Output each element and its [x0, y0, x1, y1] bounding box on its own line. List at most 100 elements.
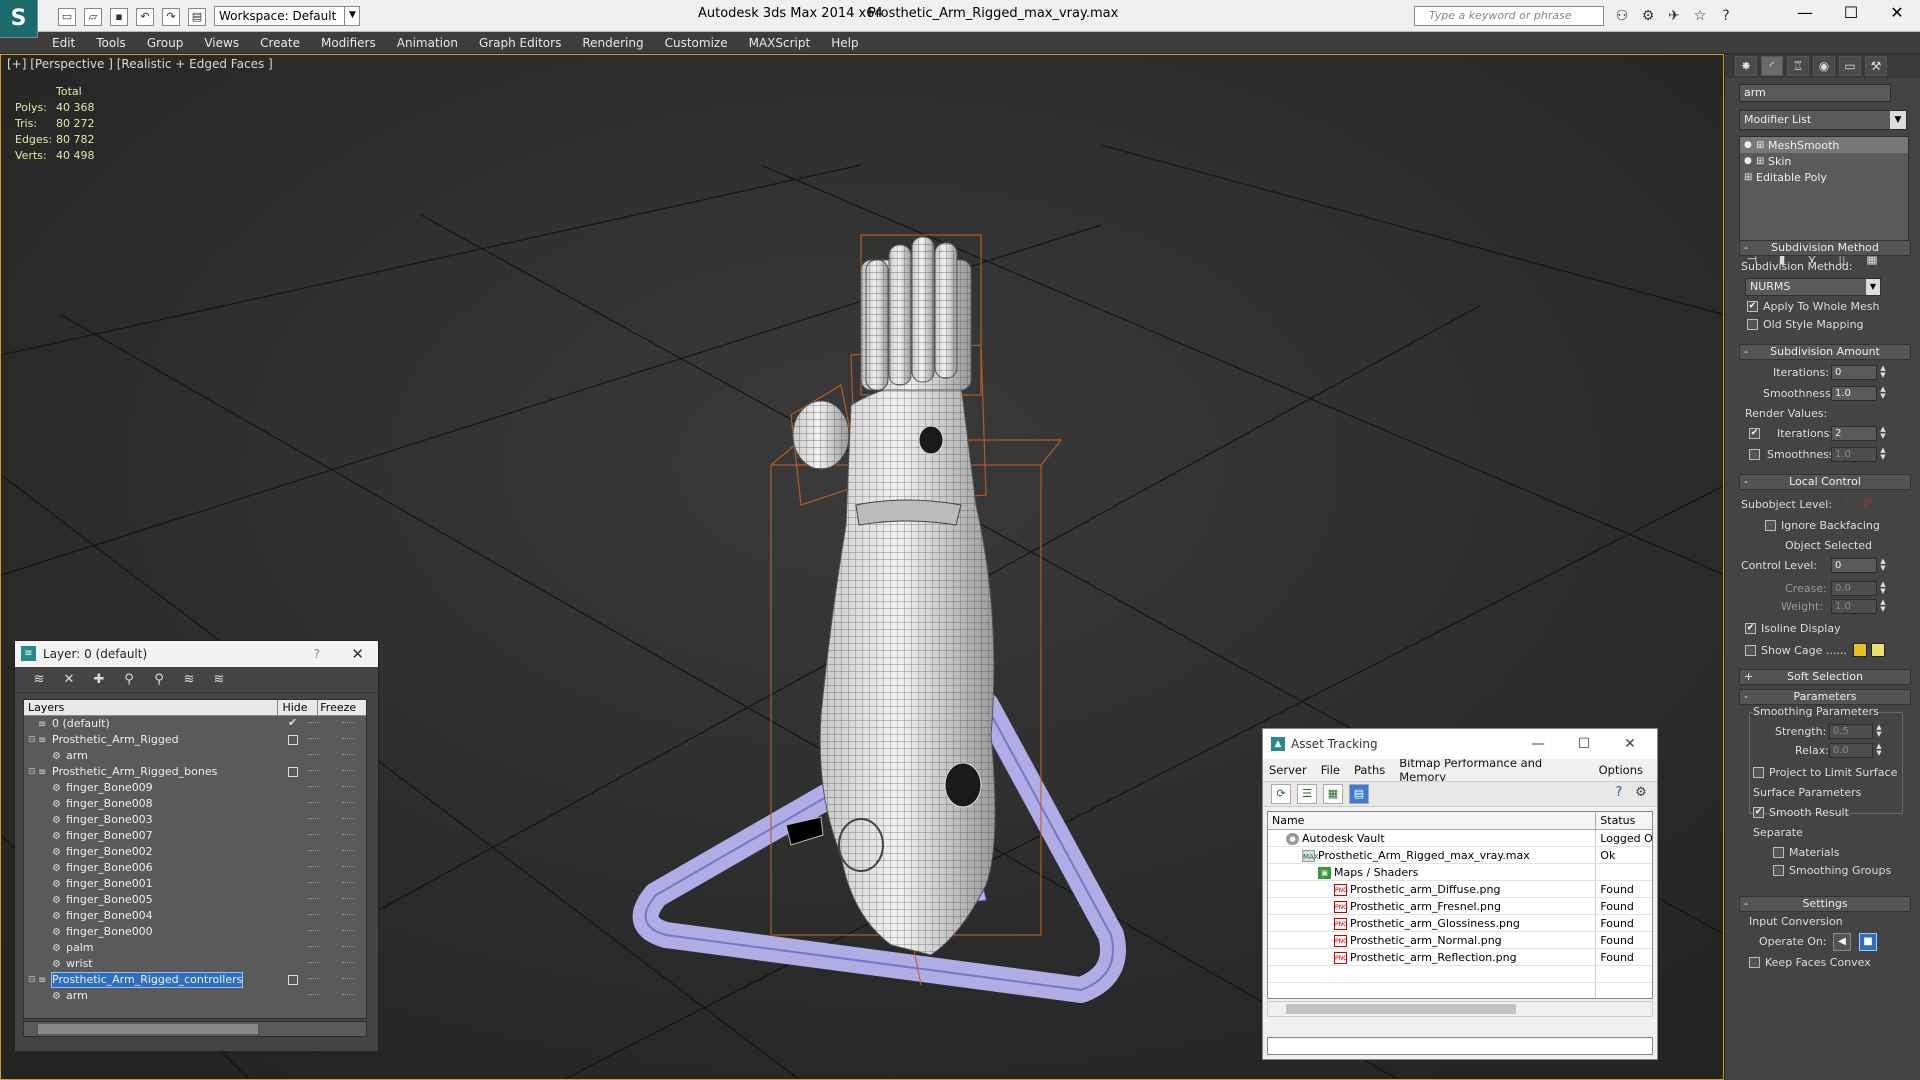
- scrollbar-thumb[interactable]: [1286, 1004, 1516, 1014]
- hide-toggle[interactable]: [308, 818, 320, 820]
- freeze-toggle[interactable]: [342, 818, 354, 820]
- layer-object-row[interactable]: ⚙ finger_Bone002: [24, 844, 366, 860]
- help-icon[interactable]: ?: [1716, 6, 1736, 26]
- current-layer-check-icon[interactable]: ✔: [288, 716, 297, 729]
- close-button[interactable]: ✕: [1874, 0, 1920, 26]
- menu-item-help[interactable]: Help: [831, 36, 858, 50]
- list-view-icon[interactable]: ☰: [1297, 784, 1317, 804]
- help-button[interactable]: ?: [314, 641, 320, 667]
- iterations-spinner[interactable]: 0: [1831, 365, 1877, 380]
- render-iterations-spinner[interactable]: 2: [1831, 426, 1877, 441]
- layer-explorer-titlebar[interactable]: ≡ Layer: 0 (default) ? ✕: [15, 641, 378, 667]
- expand-icon[interactable]: ⊞: [1756, 140, 1768, 151]
- collapse-icon[interactable]: ⊟: [28, 767, 38, 777]
- freeze-toggle[interactable]: [342, 930, 354, 932]
- maximize-button[interactable]: ☐: [1828, 0, 1874, 26]
- menu-item-customize[interactable]: Customize: [665, 36, 728, 50]
- hide-toggle[interactable]: [308, 882, 320, 884]
- scrollbar-thumb[interactable]: [38, 1024, 258, 1034]
- motion-tab-icon[interactable]: ◉: [1813, 56, 1835, 76]
- spinner-arrows-icon[interactable]: ▲ ▼: [1879, 581, 1887, 596]
- hide-toggle[interactable]: [308, 914, 320, 916]
- hide-toggle[interactable]: [308, 962, 320, 964]
- add-to-layer-icon[interactable]: ✚: [89, 671, 109, 689]
- status-column-header[interactable]: Status: [1596, 812, 1652, 829]
- save-file-icon[interactable]: ▪: [110, 8, 128, 26]
- freeze-toggle[interactable]: [342, 722, 354, 724]
- asset-row[interactable]: PNG Prosthetic_arm_Reflection.png Found: [1268, 949, 1652, 966]
- hide-toggle[interactable]: [308, 978, 320, 980]
- asset-row[interactable]: MAXProsthetic_Arm_Rigged_max_vray.max Ok: [1268, 847, 1652, 864]
- rollout-local-control[interactable]: - Local Control: [1739, 474, 1911, 490]
- select-layer-icon[interactable]: ⚲: [149, 671, 169, 689]
- hide-all-icon[interactable]: ≋: [179, 671, 199, 689]
- hide-toggle[interactable]: [308, 930, 320, 932]
- layer-object-row[interactable]: ⚙ arm: [24, 988, 366, 1004]
- close-button[interactable]: ✕: [1607, 729, 1653, 759]
- freeze-toggle[interactable]: [342, 866, 354, 868]
- asset-row[interactable]: ▣ Maps / Shaders: [1268, 864, 1652, 881]
- subscription-icon[interactable]: ⚙: [1638, 6, 1658, 26]
- operate-on-faces-icon[interactable]: ◀: [1833, 933, 1851, 951]
- layer-row[interactable]: ⊟ ≡ Prosthetic_Arm_Rigged_controllers: [24, 972, 366, 988]
- hide-column-header[interactable]: Hide: [278, 700, 319, 715]
- hide-toggle[interactable]: [308, 898, 320, 900]
- asset-row[interactable]: ● Autodesk Vault Logged O: [1268, 830, 1652, 847]
- freeze-column-header[interactable]: Freeze: [318, 700, 366, 715]
- cage-color-swatch-1[interactable]: [1853, 643, 1867, 657]
- render-smoothness-spinner[interactable]: 1.0: [1831, 447, 1877, 462]
- communication-icon[interactable]: ✈: [1664, 6, 1684, 26]
- project-limit-surface-checkbox[interactable]: [1753, 767, 1764, 778]
- render-smoothness-checkbox[interactable]: [1749, 449, 1760, 460]
- open-file-icon[interactable]: ▱: [84, 8, 102, 26]
- hide-toggle[interactable]: [308, 770, 320, 772]
- spinner-arrows-icon[interactable]: ▲ ▼: [1879, 447, 1887, 462]
- layer-row[interactable]: ⊟ ≡ Prosthetic_Arm_Rigged: [24, 732, 366, 748]
- asset-menu-options[interactable]: Options: [1599, 763, 1643, 777]
- object-name-field[interactable]: arm: [1739, 84, 1891, 102]
- freeze-toggle[interactable]: [342, 738, 354, 740]
- redo-icon[interactable]: ↷: [162, 8, 180, 26]
- smoothness-spinner[interactable]: 1.0: [1831, 386, 1877, 401]
- set-current-layer-checkbox[interactable]: [288, 975, 298, 985]
- hide-toggle[interactable]: [308, 850, 320, 852]
- smoothing-groups-checkbox[interactable]: [1773, 865, 1784, 876]
- spinner-arrows-icon[interactable]: ▲ ▼: [1875, 724, 1883, 739]
- freeze-toggle[interactable]: [342, 786, 354, 788]
- table-view-icon[interactable]: ▤: [1349, 784, 1369, 804]
- light-bulb-icon[interactable]: ●: [1744, 140, 1756, 150]
- create-tab-icon[interactable]: ✸: [1735, 56, 1757, 76]
- favorites-star-icon[interactable]: ☆: [1690, 6, 1710, 26]
- asset-row[interactable]: PNG Prosthetic_arm_Normal.png Found: [1268, 932, 1652, 949]
- layer-object-row[interactable]: ⚙ palm: [24, 940, 366, 956]
- layer-object-row[interactable]: ⚙ finger_Bone004: [24, 908, 366, 924]
- display-tab-icon[interactable]: ▭: [1839, 56, 1861, 76]
- freeze-toggle[interactable]: [342, 994, 354, 996]
- strength-spinner[interactable]: 0.5: [1829, 724, 1873, 739]
- utilities-tab-icon[interactable]: ⚒: [1865, 56, 1887, 76]
- options-gear-icon[interactable]: ⚙: [1631, 785, 1651, 805]
- freeze-toggle[interactable]: [342, 898, 354, 900]
- menu-item-views[interactable]: Views: [204, 36, 239, 50]
- hierarchy-tab-icon[interactable]: ♖: [1787, 56, 1809, 76]
- smooth-result-checkbox[interactable]: ✔: [1753, 807, 1764, 818]
- app-menu-button[interactable]: S: [0, 0, 38, 38]
- apply-whole-mesh-checkbox[interactable]: ✔: [1747, 301, 1758, 312]
- show-cage-checkbox[interactable]: [1745, 645, 1756, 656]
- hide-toggle[interactable]: [308, 738, 320, 740]
- create-layer-icon[interactable]: ≋: [29, 671, 49, 689]
- chevron-down-icon[interactable]: ▼: [344, 6, 360, 26]
- operate-on-polygons-icon[interactable]: ■: [1859, 933, 1877, 951]
- spinner-arrows-icon[interactable]: ▲ ▼: [1879, 558, 1887, 573]
- layer-row[interactable]: ≡ 0 (default) ✔: [24, 716, 366, 732]
- new-file-icon[interactable]: ▭: [58, 8, 76, 26]
- spinner-arrows-icon[interactable]: ▲ ▼: [1875, 743, 1883, 758]
- menu-item-animation[interactable]: Animation: [397, 36, 458, 50]
- layer-object-row[interactable]: ⚙ wrist: [24, 956, 366, 972]
- spinner-arrows-icon[interactable]: ▲ ▼: [1879, 426, 1887, 441]
- thumbnail-view-icon[interactable]: ▦: [1323, 784, 1343, 804]
- cage-color-swatch-2[interactable]: [1871, 643, 1885, 657]
- light-bulb-icon[interactable]: ●: [1744, 156, 1756, 166]
- binoculars-icon[interactable]: ⚇: [1612, 6, 1632, 26]
- set-current-layer-checkbox[interactable]: [288, 767, 298, 777]
